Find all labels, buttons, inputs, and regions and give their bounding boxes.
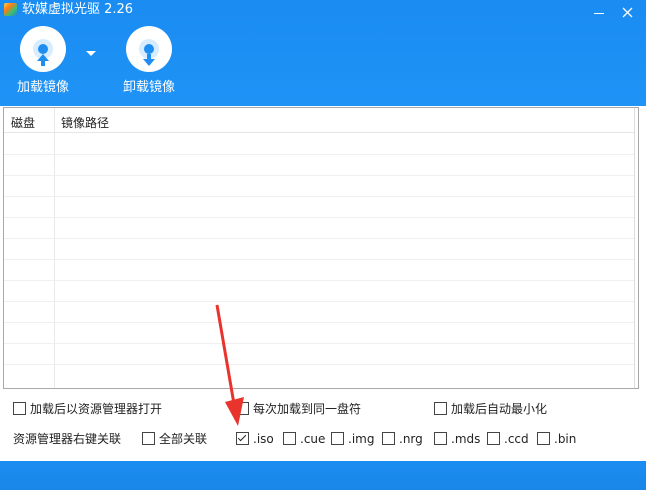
- ext-mds-label: .mds: [451, 432, 481, 446]
- row-line: [4, 322, 634, 323]
- load-image-button[interactable]: 加载镜像: [8, 22, 78, 100]
- row-line: [4, 343, 634, 344]
- ext-cue-checkbox[interactable]: [283, 432, 296, 445]
- auto-minimize-label: 加载后自动最小化: [451, 402, 548, 416]
- ext-img-checkbox[interactable]: [331, 432, 344, 445]
- ext-cue-option[interactable]: .cue: [283, 431, 325, 447]
- row-line: [4, 175, 634, 176]
- ext-iso-checkbox[interactable]: [236, 432, 249, 445]
- close-icon: [622, 7, 633, 18]
- column-disk[interactable]: 磁盘: [11, 114, 35, 131]
- ext-img-label: .img: [348, 432, 375, 446]
- row-line: [4, 217, 634, 218]
- column-divider: [634, 108, 635, 388]
- open-explorer-checkbox[interactable]: [13, 402, 26, 415]
- ext-iso-label: .iso: [253, 432, 274, 446]
- row-line: [4, 196, 634, 197]
- all-assoc-checkbox[interactable]: [142, 432, 155, 445]
- close-button[interactable]: [614, 0, 642, 26]
- title-toolbar-area: 软媒虚拟光驱 2.26 加载镜像 卸载镜像: [0, 0, 646, 106]
- auto-minimize-option[interactable]: 加载后自动最小化: [434, 401, 547, 417]
- ext-mds-checkbox[interactable]: [434, 432, 447, 445]
- status-bar: [0, 461, 646, 490]
- same-drive-option[interactable]: 每次加载到同一盘符: [236, 401, 361, 417]
- disc-unload-icon: [126, 26, 172, 72]
- image-list[interactable]: 磁盘 镜像路径: [3, 107, 639, 389]
- ext-bin-checkbox[interactable]: [537, 432, 550, 445]
- ext-ccd-checkbox[interactable]: [487, 432, 500, 445]
- disc-load-icon: [20, 26, 66, 72]
- client-area: 磁盘 镜像路径 加载后以资源管理器打开 每次加载到同一盘符 加载后自动最小化 资…: [0, 106, 646, 461]
- row-line: [4, 238, 634, 239]
- app-icon: [4, 3, 17, 16]
- list-header: 磁盘 镜像路径: [4, 108, 634, 133]
- unload-image-button[interactable]: 卸载镜像: [114, 22, 184, 100]
- ext-iso-option[interactable]: .iso: [236, 431, 274, 447]
- ext-mds-option[interactable]: .mds: [434, 431, 480, 447]
- ext-ccd-option[interactable]: .ccd: [487, 431, 529, 447]
- row-line: [4, 301, 634, 302]
- row-line: [4, 280, 634, 281]
- window-title: 软媒虚拟光驱 2.26: [22, 2, 134, 17]
- ext-nrg-option[interactable]: .nrg: [382, 431, 423, 447]
- same-drive-checkbox[interactable]: [236, 402, 249, 415]
- explorer-assoc-title: 资源管理器右键关联: [13, 432, 122, 446]
- ext-ccd-label: .ccd: [504, 432, 529, 446]
- ext-nrg-checkbox[interactable]: [382, 432, 395, 445]
- column-divider: [54, 108, 55, 388]
- load-image-label: 加载镜像: [16, 80, 69, 95]
- ext-bin-label: .bin: [554, 432, 577, 446]
- minimize-button[interactable]: [585, 0, 613, 26]
- all-assoc-label: 全部关联: [159, 432, 208, 446]
- column-image-path[interactable]: 镜像路径: [61, 114, 109, 131]
- unload-image-label: 卸载镜像: [122, 80, 175, 95]
- ext-cue-label: .cue: [300, 432, 326, 446]
- all-assoc-option[interactable]: 全部关联: [142, 431, 207, 447]
- app-window: 软媒虚拟光驱 2.26 加载镜像 卸载镜像 磁盘 镜像路径 加载后以资源管理器打…: [0, 0, 646, 490]
- row-line: [4, 154, 634, 155]
- ext-img-option[interactable]: .img: [331, 431, 374, 447]
- row-line: [4, 364, 634, 365]
- open-explorer-option[interactable]: 加载后以资源管理器打开: [13, 401, 162, 417]
- chevron-down-icon[interactable]: [86, 51, 96, 56]
- open-explorer-label: 加载后以资源管理器打开: [30, 402, 163, 416]
- ext-nrg-label: .nrg: [399, 432, 423, 446]
- ext-bin-option[interactable]: .bin: [537, 431, 576, 447]
- row-line: [4, 259, 634, 260]
- auto-minimize-checkbox[interactable]: [434, 402, 447, 415]
- same-drive-label: 每次加载到同一盘符: [253, 402, 362, 416]
